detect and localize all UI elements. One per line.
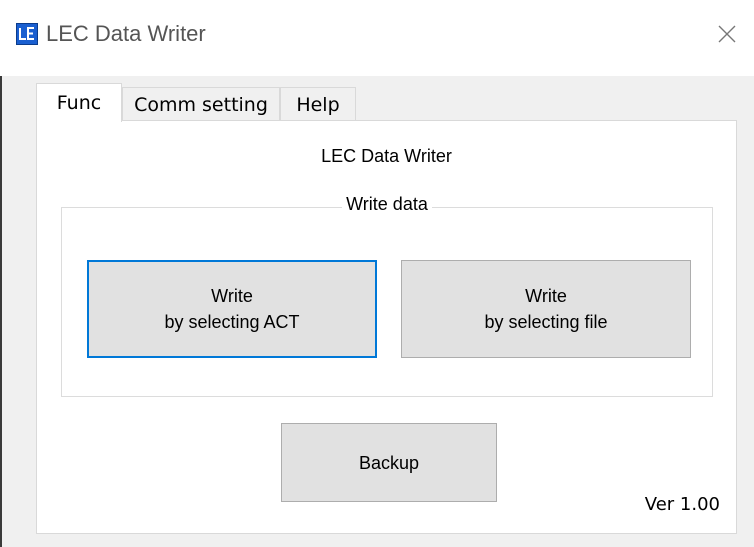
backup-button[interactable]: Backup <box>281 423 497 502</box>
write-data-group: Write data Write by selecting ACT Write … <box>61 194 713 397</box>
write-by-file-button[interactable]: Write by selecting file <box>401 260 691 358</box>
write-by-act-line1: Write <box>211 286 253 306</box>
le-app-icon <box>16 23 38 45</box>
tab-comm-setting[interactable]: Comm setting <box>122 87 280 121</box>
write-data-group-label-wrap: Write data <box>62 194 712 215</box>
close-icon <box>718 25 736 43</box>
tab-help[interactable]: Help <box>280 87 356 121</box>
func-tab-panel: LEC Data Writer Write data Write by sele… <box>36 120 737 534</box>
write-data-group-label: Write data <box>342 194 432 214</box>
write-by-file-line1: Write <box>525 286 567 306</box>
write-by-file-line2: by selecting file <box>484 312 608 332</box>
window-left-edge <box>0 0 2 547</box>
write-by-act-line2: by selecting ACT <box>164 312 300 332</box>
app-window: LEC Data Writer Func Comm setting Help L… <box>0 0 754 547</box>
title-bar[interactable]: LEC Data Writer <box>0 0 754 76</box>
window-title: LEC Data Writer <box>46 21 206 46</box>
close-button[interactable] <box>710 17 744 51</box>
version-label: Ver 1.00 <box>644 494 720 515</box>
write-by-act-button[interactable]: Write by selecting ACT <box>87 260 377 358</box>
panel-heading: LEC Data Writer <box>321 146 452 166</box>
tab-func[interactable]: Func <box>36 83 122 122</box>
